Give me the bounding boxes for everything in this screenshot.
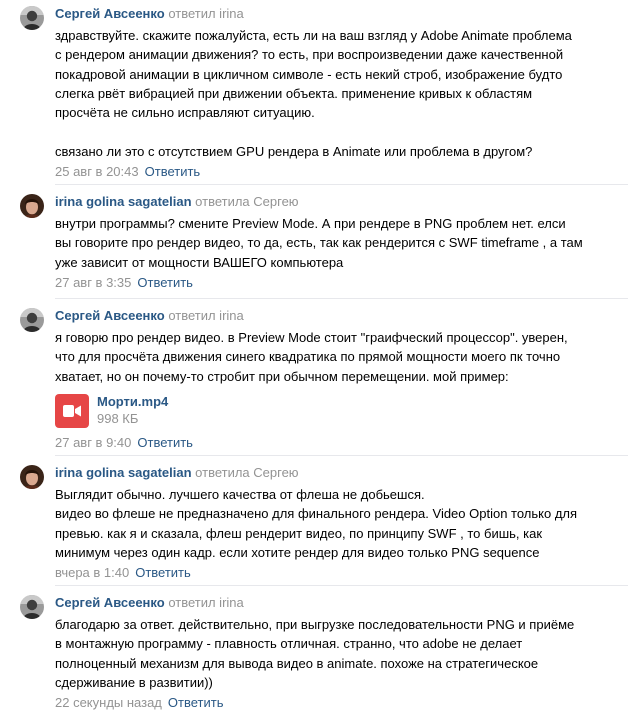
comment-author[interactable]: Сергей Авсеенко: [55, 595, 165, 610]
avatar-sergey[interactable]: [20, 308, 44, 332]
comment-author[interactable]: Сергей Авсеенко: [55, 6, 165, 21]
comment-date[interactable]: вчера в 1:40: [55, 565, 129, 580]
reply-button[interactable]: Ответить: [145, 164, 201, 179]
avatar-sergey[interactable]: [20, 595, 44, 619]
reply-button[interactable]: Ответить: [135, 565, 191, 580]
avatar-irina[interactable]: [20, 194, 44, 218]
comment-text: я говорю про рендер видео. в Preview Mod…: [55, 330, 568, 384]
comment-date[interactable]: 25 авг в 20:43: [55, 164, 139, 179]
replied-to: ответил irina: [168, 6, 244, 21]
avatar-irina[interactable]: [20, 465, 44, 489]
comment-date[interactable]: 27 авг в 9:40: [55, 435, 131, 450]
reply-button[interactable]: Ответить: [137, 435, 193, 450]
comment-text: здравствуйте. скажите пожалуйста, есть л…: [55, 28, 572, 159]
comment-text: благодарю за ответ. действительно, при в…: [55, 617, 575, 690]
comment-divider: [55, 455, 628, 456]
comment-date[interactable]: 27 авг в 3:35: [55, 275, 131, 290]
avatar-sergey[interactable]: [20, 6, 44, 30]
attachment-size: 998 КБ: [97, 410, 139, 426]
comment-date[interactable]: 22 секунды назад: [55, 695, 162, 710]
video-file-icon[interactable]: [55, 393, 89, 428]
comment-author[interactable]: irina golina sagatelian: [55, 465, 192, 480]
comment-divider: [55, 298, 628, 299]
comment-author[interactable]: irina golina sagatelian: [55, 194, 192, 209]
comment-text: внутри программы? смените Preview Mode. …: [55, 216, 583, 270]
comment-author[interactable]: Сергей Авсеенко: [55, 308, 165, 323]
replied-to: ответила Сергею: [195, 465, 299, 480]
comment-divider: [55, 585, 628, 586]
attachment[interactable]: Морти.mp4 998 КБ: [55, 393, 628, 428]
replied-to: ответил irina: [168, 595, 244, 610]
reply-button[interactable]: Ответить: [137, 275, 193, 290]
replied-to: ответила Сергею: [195, 194, 299, 209]
attachment-name[interactable]: Морти.mp4: [97, 394, 168, 410]
comment-text: Выглядит обычно. лучшего качества от фле…: [55, 487, 578, 560]
comment-thread: Сергей Авсеенко ответил irina здравствуй…: [0, 0, 642, 716]
comment-divider: [55, 184, 628, 185]
reply-button[interactable]: Ответить: [168, 695, 224, 710]
replied-to: ответил irina: [168, 308, 244, 323]
